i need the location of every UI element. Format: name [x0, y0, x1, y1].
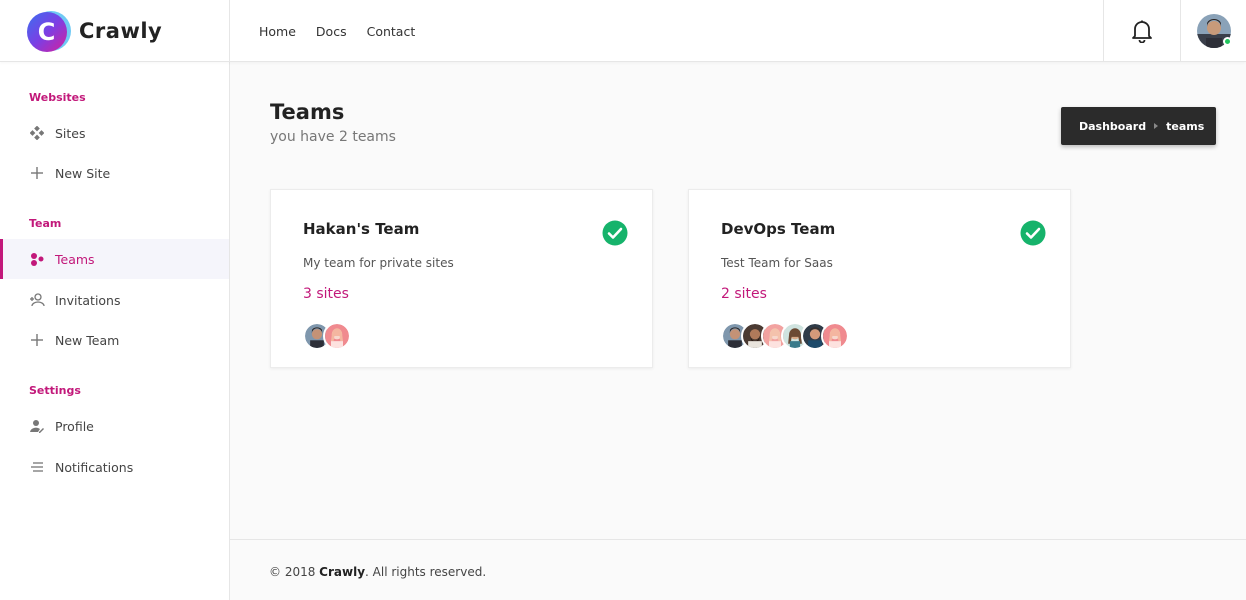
- breadcrumb: Dashboard teams: [1061, 107, 1216, 145]
- team-sites-link[interactable]: 2 sites: [721, 286, 767, 302]
- team-description: My team for private sites: [303, 256, 454, 270]
- sidebar-item-label: Sites: [55, 125, 86, 141]
- sidebar-item-teams[interactable]: Teams: [0, 239, 229, 279]
- teams-icon: [29, 251, 45, 267]
- team-description: Test Team for Saas: [721, 256, 833, 270]
- top-nav: Home Docs Contact: [259, 0, 435, 62]
- breadcrumb-current: teams: [1166, 119, 1205, 133]
- footer-brand-link[interactable]: Crawly: [319, 565, 365, 579]
- avatar: [1196, 14, 1232, 48]
- nav-docs-link[interactable]: Docs: [316, 24, 347, 39]
- sidebar-item-label: Profile: [55, 418, 94, 434]
- footer: © 2018 Crawly. All rights reserved.: [230, 539, 1246, 600]
- plus-icon: [29, 332, 45, 348]
- sidebar-item-label: New Site: [55, 165, 111, 181]
- sidebar-section-websites: Websites: [29, 91, 86, 104]
- team-name[interactable]: Hakan's Team: [303, 220, 419, 238]
- check-circle-icon: [1020, 220, 1046, 246]
- breadcrumb-dashboard-link[interactable]: Dashboard: [1079, 120, 1146, 133]
- avatar[interactable]: [323, 322, 351, 350]
- notifications-icon: [29, 459, 45, 475]
- invite-icon: [29, 292, 45, 308]
- breadcrumb-separator-icon: [1154, 123, 1159, 129]
- team-card[interactable]: DevOps Team Test Team for Saas 2 sites: [688, 189, 1071, 368]
- crawly-logo: C: [26, 8, 72, 54]
- footer-copyright: © 2018 Crawly. All rights reserved.: [269, 565, 487, 579]
- team-members: [303, 322, 351, 350]
- sidebar-item-sites[interactable]: Sites: [0, 113, 229, 153]
- sidebar-item-label: Invitations: [55, 292, 121, 308]
- bell-icon: [1132, 20, 1152, 43]
- team-sites-link[interactable]: 3 sites: [303, 286, 349, 302]
- sidebar-item-profile[interactable]: Profile: [0, 406, 229, 446]
- notifications-button[interactable]: [1103, 0, 1181, 62]
- logo-letter: C: [38, 18, 56, 46]
- team-name[interactable]: DevOps Team: [721, 220, 835, 238]
- user-menu-button[interactable]: [1181, 0, 1246, 62]
- sidebar: Websites Sites New Site Team Teams Invit…: [0, 62, 230, 600]
- top-bar: C Crawly Home Docs Contact: [0, 0, 1246, 62]
- sidebar-item-label: New Team: [55, 332, 120, 348]
- nav-contact-link[interactable]: Contact: [367, 24, 416, 39]
- avatar[interactable]: [821, 322, 849, 350]
- sidebar-item-notifications[interactable]: Notifications: [0, 447, 229, 487]
- sidebar-item-invitations[interactable]: Invitations: [0, 280, 229, 320]
- nav-home-link[interactable]: Home: [259, 24, 296, 39]
- sidebar-item-new-site[interactable]: New Site: [0, 153, 229, 193]
- brand-name: Crawly: [79, 19, 163, 43]
- team-members: [721, 322, 849, 350]
- sidebar-section-team: Team: [29, 217, 62, 230]
- sites-icon: [29, 125, 45, 141]
- profile-icon: [29, 418, 45, 434]
- page-subtitle: you have 2 teams: [270, 129, 396, 145]
- check-circle-icon: [602, 220, 628, 246]
- sidebar-section-settings: Settings: [29, 384, 81, 397]
- sidebar-item-new-team[interactable]: New Team: [0, 320, 229, 360]
- sidebar-item-label: Teams: [55, 251, 95, 267]
- online-status-dot: [1222, 37, 1232, 46]
- team-card[interactable]: Hakan's Team My team for private sites 3…: [270, 189, 653, 368]
- page-title: Teams: [270, 100, 345, 124]
- sidebar-item-label: Notifications: [55, 459, 134, 475]
- plus-icon: [29, 165, 45, 181]
- brand[interactable]: C Crawly: [0, 0, 230, 62]
